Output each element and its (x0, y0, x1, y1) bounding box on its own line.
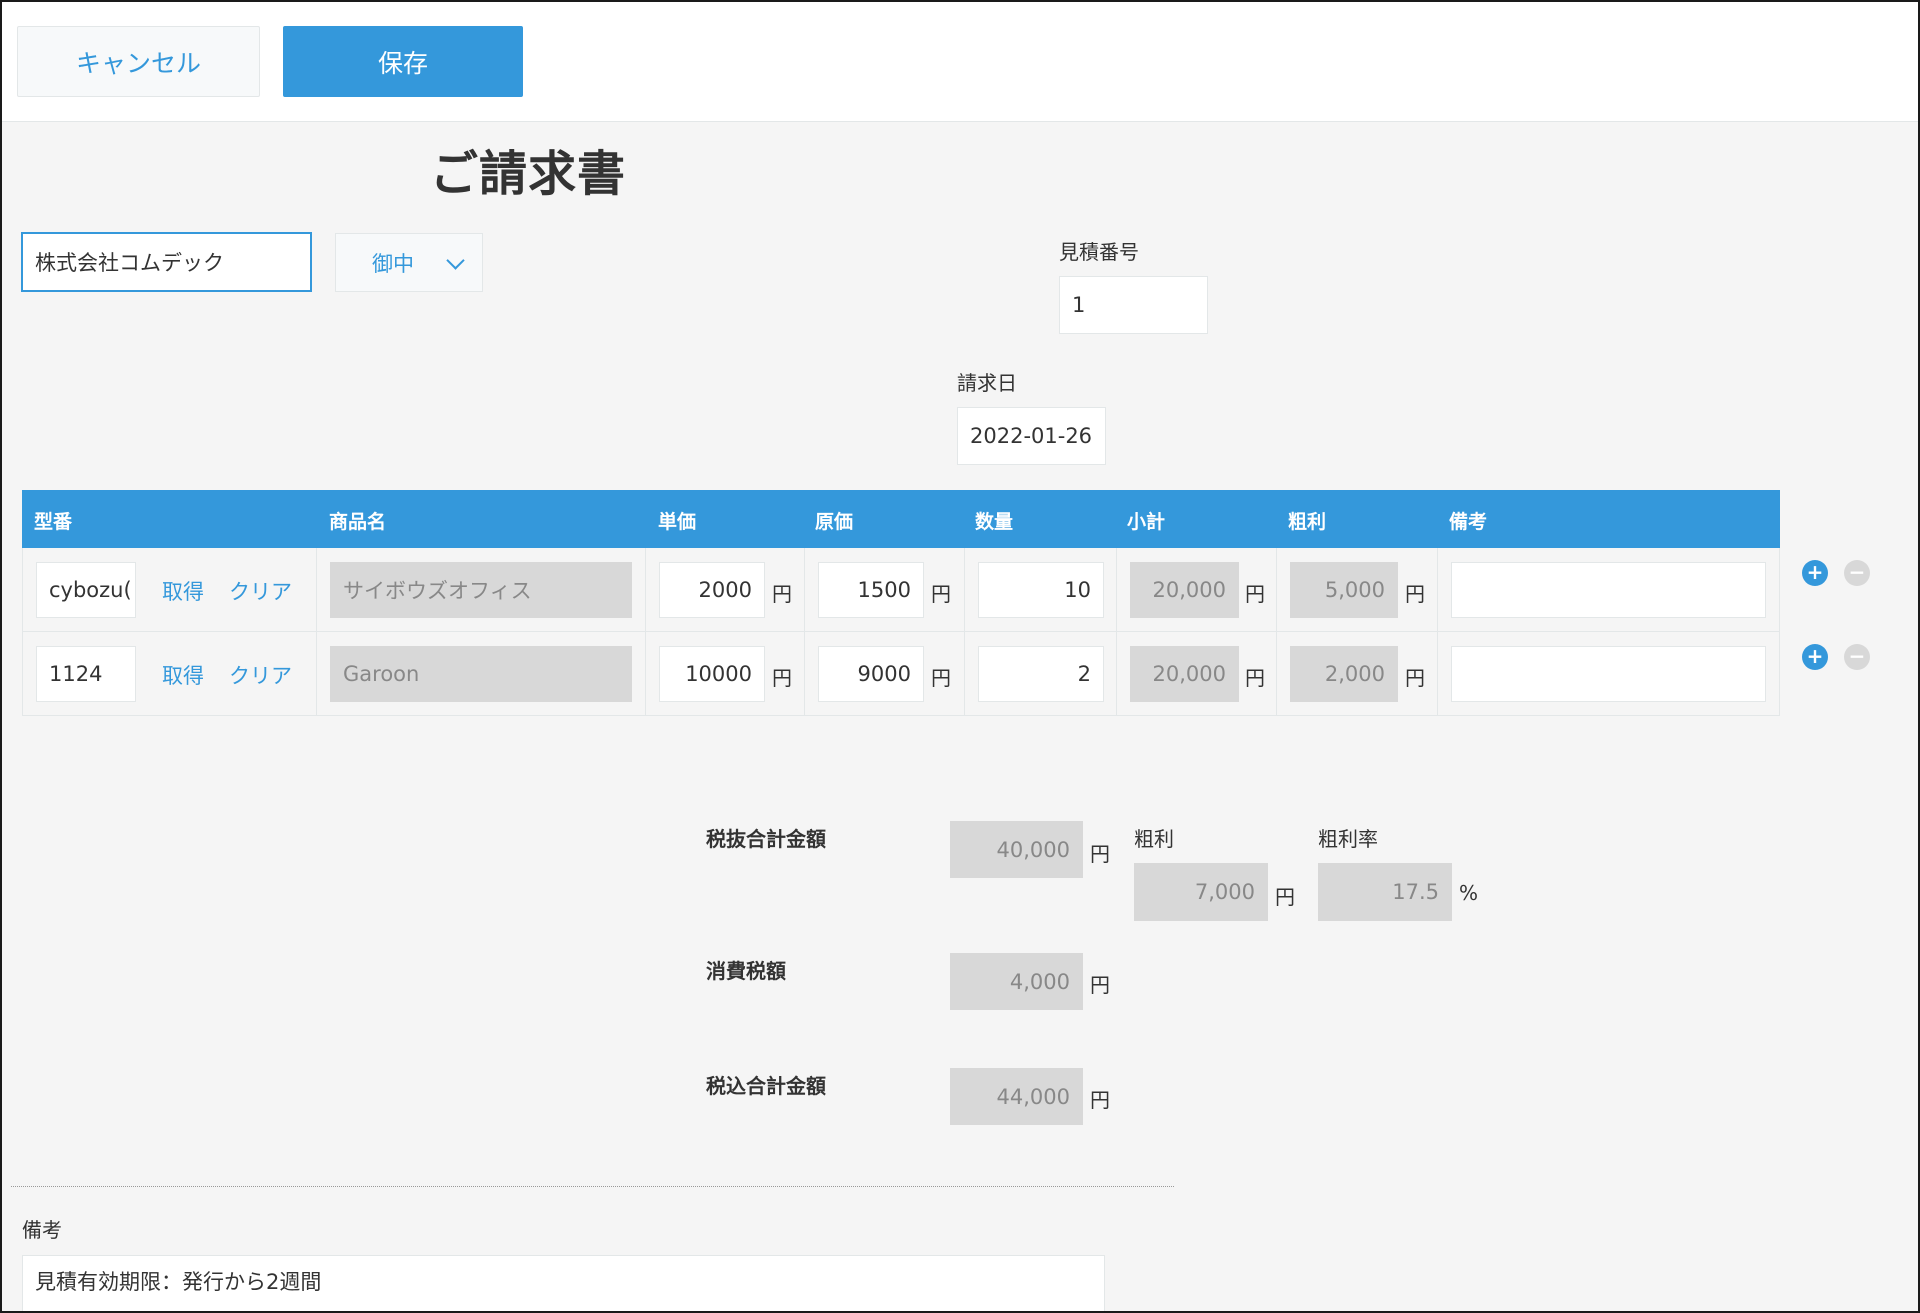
tax-included-total-label: 税込合計金額 (706, 1074, 826, 1098)
unit-label: 円 (931, 582, 951, 606)
price-input[interactable]: 2000 (659, 562, 765, 618)
tax-label: 消費税額 (706, 959, 786, 983)
tax-field: 4,000 (950, 953, 1083, 1010)
subtotal-field: 20,000 (1130, 562, 1239, 618)
save-button[interactable]: 保存 (283, 26, 523, 97)
profit-field: 2,000 (1290, 646, 1398, 702)
subtotal-field: 20,000 (1130, 646, 1239, 702)
table-row: 1124 取得 クリア Garoon 10000 円 9000 円 2 20,0… (22, 632, 1780, 716)
column-header-cost: 原価 (815, 511, 854, 533)
cancel-button[interactable]: キャンセル (17, 26, 260, 97)
quantity-input[interactable]: 2 (978, 646, 1104, 702)
fetch-link[interactable]: 取得 (162, 576, 204, 606)
model-input[interactable]: cybozu( (36, 562, 136, 618)
profit-field: 5,000 (1290, 562, 1398, 618)
clear-link[interactable]: クリア (229, 576, 292, 606)
total-profit-field: 7,000 (1134, 863, 1268, 921)
column-header-subtotal: 小計 (1127, 511, 1166, 533)
cost-input[interactable]: 1500 (818, 562, 924, 618)
unit-label: 円 (772, 666, 792, 690)
note-input[interactable] (1451, 646, 1766, 702)
estimate-number-label: 見積番号 (1059, 240, 1139, 264)
estimate-number-input[interactable]: 1 (1059, 276, 1208, 334)
unit-label: 円 (1090, 1088, 1110, 1112)
add-row-icon[interactable]: + (1802, 560, 1828, 586)
remove-row-icon[interactable]: − (1844, 560, 1870, 586)
column-header-profit: 粗利 (1288, 511, 1327, 533)
fetch-link[interactable]: 取得 (162, 660, 204, 690)
tax-included-total-field: 44,000 (950, 1068, 1083, 1125)
remove-row-icon[interactable]: − (1844, 644, 1870, 670)
unit-label: 円 (1275, 885, 1295, 909)
table-row: cybozu( 取得 クリア サイボウズオフィス 2000 円 1500 円 1… (22, 548, 1780, 632)
note-input[interactable] (1451, 562, 1766, 618)
unit-label: 円 (1405, 666, 1425, 690)
invoice-date-label: 請求日 (957, 371, 1017, 395)
price-input[interactable]: 10000 (659, 646, 765, 702)
product-name-field: Garoon (330, 646, 632, 702)
quantity-input[interactable]: 10 (978, 562, 1104, 618)
cost-input[interactable]: 9000 (818, 646, 924, 702)
section-divider (11, 1186, 1174, 1187)
product-name-field: サイボウズオフィス (330, 562, 632, 618)
pre-tax-total-field: 40,000 (950, 821, 1083, 878)
chevron-down-icon (446, 251, 465, 270)
unit-label: 円 (1405, 582, 1425, 606)
invoice-date-input[interactable]: 2022-01-26 (957, 407, 1106, 465)
column-header-product: 商品名 (329, 511, 387, 533)
honorific-select[interactable]: 御中 (335, 233, 483, 292)
remarks-label: 備考 (22, 1218, 62, 1242)
table-header: 型番 商品名 単価 原価 数量 小計 粗利 備考 (22, 490, 1780, 548)
profit-rate-field: 17.5 (1318, 863, 1452, 921)
unit-label: 円 (772, 582, 792, 606)
percent-label: % (1459, 881, 1479, 905)
add-row-icon[interactable]: + (1802, 644, 1828, 670)
remarks-input[interactable]: 見積有効期限：発行から2週間 (22, 1255, 1105, 1311)
toolbar: キャンセル 保存 (2, 2, 1918, 122)
column-header-quantity: 数量 (975, 511, 1014, 533)
total-profit-label: 粗利 (1134, 827, 1174, 851)
column-header-note: 備考 (1449, 511, 1488, 533)
clear-link[interactable]: クリア (229, 660, 292, 690)
unit-label: 円 (1245, 582, 1265, 606)
unit-label: 円 (1090, 973, 1110, 997)
unit-label: 円 (1090, 842, 1110, 866)
page-title: ご請求書 (430, 146, 627, 202)
column-header-price: 単価 (658, 511, 697, 533)
unit-label: 円 (931, 666, 951, 690)
honorific-value: 御中 (372, 251, 414, 276)
profit-rate-label: 粗利率 (1318, 827, 1378, 851)
app-frame: キャンセル 保存 ご請求書 株式会社コムデック 御中 見積番号 1 請求日 20… (0, 0, 1920, 1313)
customer-name-input[interactable]: 株式会社コムデック (21, 232, 312, 292)
model-input[interactable]: 1124 (36, 646, 136, 702)
unit-label: 円 (1245, 666, 1265, 690)
column-header-model: 型番 (34, 511, 73, 533)
pre-tax-total-label: 税抜合計金額 (706, 827, 826, 851)
